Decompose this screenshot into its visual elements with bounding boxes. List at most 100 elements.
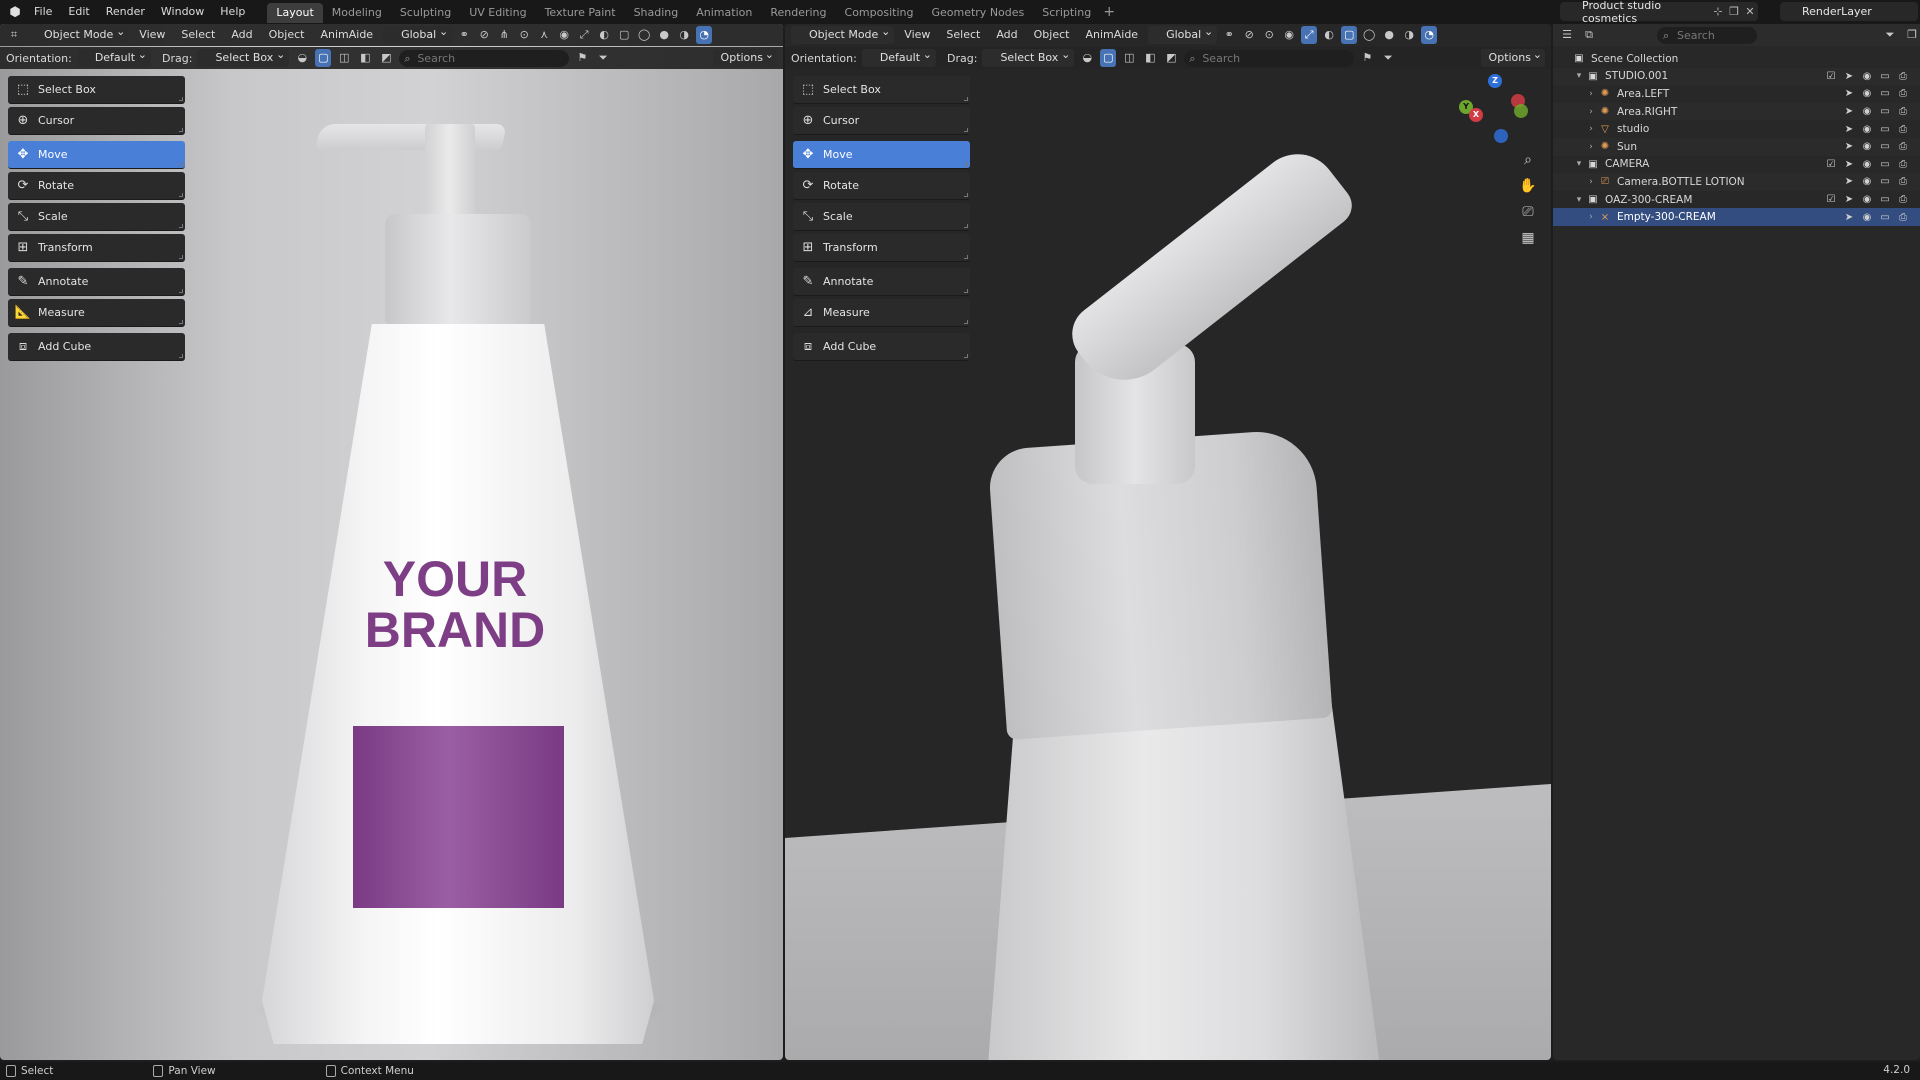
render-icon[interactable]: ⎙	[1896, 194, 1910, 205]
navigation-gizmo[interactable]: Z Y X	[1459, 74, 1531, 146]
gizmo-neg-z-axis[interactable]	[1494, 129, 1508, 143]
proportional-edit-icon[interactable]: ⊙	[1261, 26, 1277, 44]
gizmo-icon[interactable]: ⤢	[1301, 26, 1318, 44]
tool-rotate[interactable]: ⟳ Rotate	[793, 172, 970, 200]
render-icon[interactable]: ⎙	[1896, 159, 1910, 170]
render-icon[interactable]: ⎙	[1896, 88, 1910, 99]
filter-icon[interactable]: ⏷	[1882, 26, 1898, 44]
tab-scripting[interactable]: Scripting	[1033, 3, 1100, 23]
display-mode-icon[interactable]: ⧉	[1581, 26, 1597, 44]
options-dropdown[interactable]: Options	[712, 46, 777, 67]
options-dropdown[interactable]: Options	[1480, 46, 1545, 67]
orientation-dropdown[interactable]: Default	[861, 46, 937, 67]
tool-move[interactable]: ✥ Move	[8, 141, 185, 169]
render-icon[interactable]: ⎙	[1896, 212, 1910, 223]
rendered-shading-icon[interactable]: ◔	[696, 26, 713, 44]
transform-orientation-dropdown[interactable]: Global	[383, 24, 453, 44]
eye-icon[interactable]: ◉	[1860, 106, 1874, 117]
select-icon[interactable]: ➤	[1842, 212, 1856, 223]
tool-transform[interactable]: ⊞ Transform	[793, 234, 970, 262]
tool-select-box[interactable]: ⬚ Select Box	[793, 76, 970, 104]
eye-icon[interactable]: ◉	[1860, 176, 1874, 187]
menu-render[interactable]: Render	[98, 0, 153, 24]
select-icon[interactable]: ➤	[1842, 194, 1856, 205]
color-icon[interactable]: ◒	[294, 49, 310, 67]
outliner-row-scene-collection[interactable]: ▣ Scene Collection	[1553, 50, 1920, 68]
eye-icon[interactable]: ◉	[1860, 141, 1874, 152]
mode-extend-icon[interactable]: ◫	[1121, 49, 1137, 67]
tab-modeling[interactable]: Modeling	[323, 3, 391, 23]
zoom-icon[interactable]: ⌕	[1517, 152, 1539, 178]
outliner-row-area-right[interactable]: › ✺ Area.RIGHT ➤ ◉ ▭ ⎙	[1553, 102, 1920, 121]
tool-scale[interactable]: ⤡ Scale	[8, 203, 185, 231]
render-icon[interactable]: ⎙	[1896, 141, 1910, 152]
viewport-icon[interactable]: ▭	[1878, 194, 1892, 205]
perspective-grid-icon[interactable]: ▦	[1517, 230, 1539, 256]
wireframe-shading-icon[interactable]: ◯	[636, 26, 652, 44]
viewport-icon[interactable]: ▭	[1878, 159, 1892, 170]
render-icon[interactable]: ⎙	[1896, 71, 1910, 82]
visibility-icon[interactable]: ◉	[556, 26, 572, 44]
transform-orientation-dropdown[interactable]: Global	[1148, 24, 1218, 44]
chevron-down-icon[interactable]: ▾	[1573, 195, 1585, 205]
gizmo-z-axis[interactable]: Z	[1488, 74, 1502, 88]
outliner-row-area-left[interactable]: › ✺ Area.LEFT ➤ ◉ ▭ ⎙	[1553, 85, 1920, 103]
tab-uv-editing[interactable]: UV Editing	[460, 3, 535, 23]
xray-icon[interactable]: ▢	[1341, 26, 1358, 44]
falloff-icon[interactable]: ⋏	[536, 26, 552, 44]
chevron-down-icon[interactable]: ▾	[1573, 159, 1585, 169]
wireframe-shading-icon[interactable]: ◯	[1361, 26, 1377, 44]
eye-icon[interactable]: ◉	[1860, 124, 1874, 135]
solid-shading-icon[interactable]: ●	[1381, 26, 1397, 44]
menu-select[interactable]: Select	[940, 26, 986, 44]
camera-view-icon[interactable]: ⎚	[1517, 204, 1539, 230]
new-scene-icon[interactable]: ❐	[1726, 5, 1742, 18]
pivot-icon[interactable]: ⚭	[1221, 26, 1237, 44]
color-icon[interactable]: ◒	[1079, 49, 1095, 67]
overlay-icon[interactable]: ◐	[1321, 26, 1337, 44]
mode-subtract-icon[interactable]: ◧	[1142, 49, 1158, 67]
tool-search-input[interactable]: Search	[1184, 49, 1355, 67]
select-icon[interactable]: ➤	[1842, 141, 1856, 152]
mode-set-icon[interactable]: ▢	[1100, 49, 1117, 67]
scene-selector[interactable]: Product studio cosmetics ⊹ ❐ ✕	[1560, 0, 1758, 25]
mode-set-icon[interactable]: ▢	[315, 49, 332, 67]
snap-icon[interactable]: ⊘	[476, 26, 492, 44]
blender-logo-icon[interactable]: ⬢	[4, 0, 26, 24]
menu-help[interactable]: Help	[212, 0, 253, 24]
tool-add-cube[interactable]: ⧈ Add Cube	[8, 333, 185, 361]
tool-measure[interactable]: ⊿ Measure	[793, 299, 970, 327]
menu-window[interactable]: Window	[153, 0, 212, 24]
tab-layout[interactable]: Layout	[267, 3, 323, 23]
outliner-row-studio-mesh[interactable]: › ▽ studio ➤ ◉ ▭ ⎙	[1553, 120, 1920, 138]
chevron-right-icon[interactable]: ›	[1585, 142, 1597, 152]
gizmo-icon[interactable]: ⤢	[576, 26, 592, 44]
viewport-left[interactable]: YOUR BRAND ⌗ Object Mode View Select Add…	[0, 24, 783, 1060]
editor-type-icon[interactable]: ⌗	[6, 26, 22, 44]
proportional-edit-icon[interactable]: ⊙	[516, 26, 532, 44]
tab-animation[interactable]: Animation	[687, 3, 761, 23]
eye-icon[interactable]: ◉	[1860, 88, 1874, 99]
viewport-icon[interactable]: ▭	[1878, 106, 1892, 117]
chevron-right-icon[interactable]: ›	[1585, 107, 1597, 117]
tool-annotate[interactable]: ✎ Annotate	[793, 268, 970, 296]
menu-view[interactable]: View	[898, 26, 936, 44]
tab-rendering[interactable]: Rendering	[761, 3, 835, 23]
select-icon[interactable]: ➤	[1842, 124, 1856, 135]
eye-icon[interactable]: ◉	[1860, 194, 1874, 205]
solid-shading-icon[interactable]: ●	[656, 26, 672, 44]
bookmark-icon[interactable]: ⚑	[1359, 49, 1375, 67]
chevron-right-icon[interactable]: ›	[1585, 124, 1597, 134]
mode-invert-icon[interactable]: ◩	[378, 49, 394, 67]
outliner-row-sun[interactable]: › ✺ Sun ➤ ◉ ▭ ⎙	[1553, 137, 1920, 156]
filter-icon[interactable]: ⏷	[595, 49, 611, 67]
mode-subtract-icon[interactable]: ◧	[357, 49, 373, 67]
pivot-icon[interactable]: ⚭	[456, 26, 472, 44]
chevron-right-icon[interactable]: ›	[1585, 89, 1597, 99]
checkbox-icon[interactable]: ☑	[1824, 71, 1838, 82]
viewport-icon[interactable]: ▭	[1878, 88, 1892, 99]
pin-icon[interactable]: ⊹	[1710, 5, 1726, 18]
tab-compositing[interactable]: Compositing	[836, 3, 923, 23]
mode-invert-icon[interactable]: ◩	[1163, 49, 1179, 67]
menu-animaide[interactable]: AnimAide	[314, 26, 379, 44]
